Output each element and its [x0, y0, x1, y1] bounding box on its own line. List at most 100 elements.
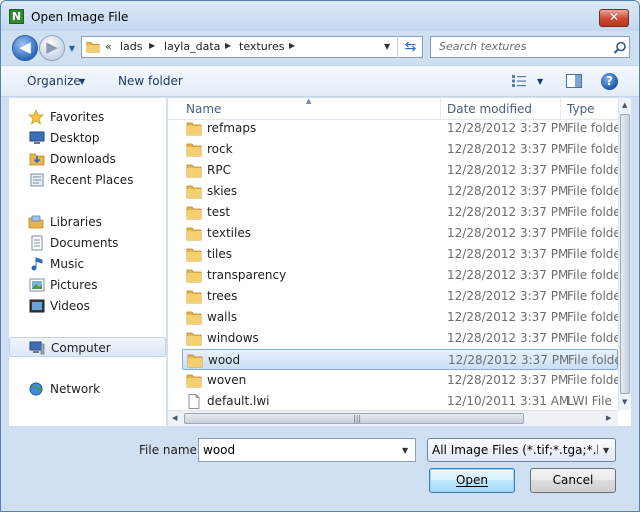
file-date-modified: 12/28/2012 3:37 PM	[447, 247, 569, 261]
file-type: File folder	[567, 373, 618, 387]
open-button[interactable]: Open	[429, 468, 515, 493]
file-type: File folder	[567, 184, 618, 198]
file-type: File folder	[567, 289, 618, 303]
file-type: File folder	[567, 268, 618, 282]
folder-row[interactable]: rock 12/28/2012 3:37 PMFile folder	[182, 139, 618, 160]
file-name: wood	[208, 353, 241, 367]
search-icon[interactable]	[613, 41, 627, 55]
folder-row[interactable]: skies 12/28/2012 3:37 PMFile folder	[182, 181, 618, 202]
pictures-icon	[29, 278, 45, 292]
chevron-down-icon[interactable]: ▼	[537, 77, 543, 86]
chevron-down-icon[interactable]: ▼	[603, 446, 609, 455]
file-icon	[188, 394, 200, 409]
file-date-modified: 12/28/2012 3:37 PM	[447, 331, 569, 345]
cancel-button[interactable]: Cancel	[530, 468, 616, 493]
column-name[interactable]: Name	[186, 102, 221, 116]
breadcrumb-textures[interactable]: textures	[239, 40, 284, 53]
folder-icon	[186, 332, 202, 346]
nav-libraries[interactable]: Libraries	[9, 212, 166, 232]
folder-icon	[186, 206, 202, 220]
scroll-down-icon[interactable]: ▼	[622, 398, 627, 406]
folder-icon	[86, 42, 100, 53]
sort-ascending-icon: ▲	[306, 97, 312, 105]
organize-button[interactable]: Organize	[27, 74, 81, 88]
scroll-left-icon[interactable]: ◀	[172, 414, 177, 422]
cancel-button-label: Cancel	[552, 473, 594, 487]
folder-icon	[186, 290, 202, 304]
column-type[interactable]: Type	[567, 102, 595, 116]
preview-pane-icon[interactable]	[566, 74, 582, 88]
folder-icon	[187, 354, 203, 368]
folder-row[interactable]: textiles 12/28/2012 3:37 PMFile folder	[182, 223, 618, 244]
chevron-right-icon[interactable]: ▶	[149, 41, 155, 50]
open-button-label: Open	[455, 473, 489, 487]
folder-row[interactable]: test 12/28/2012 3:37 PMFile folder	[182, 202, 618, 223]
folder-row[interactable]: trees 12/28/2012 3:37 PMFile folder	[182, 286, 618, 307]
search-input[interactable]: Search textures	[430, 36, 630, 58]
chevron-down-icon[interactable]: ▼	[79, 77, 85, 86]
breadcrumb-overflow[interactable]: «	[105, 40, 112, 53]
folder-icon	[186, 143, 202, 157]
network-icon	[29, 382, 43, 396]
file-date-modified: 12/28/2012 3:37 PM	[447, 184, 569, 198]
nav-recent-places[interactable]: Recent Places	[9, 170, 166, 190]
refresh-icon: ⇆	[404, 39, 417, 55]
vertical-scroll-thumb[interactable]	[620, 114, 630, 394]
nav-computer[interactable]: Computer	[9, 337, 166, 357]
column-divider[interactable]	[560, 98, 561, 120]
folder-row[interactable]: wood 12/28/2012 3:37 PMFile folder	[182, 349, 619, 370]
close-button[interactable]: ✕	[599, 9, 629, 27]
nav-downloads[interactable]: Downloads	[9, 149, 166, 169]
folder-row[interactable]: tiles 12/28/2012 3:37 PMFile folder	[182, 244, 618, 265]
nav-network[interactable]: Network	[9, 379, 166, 399]
horizontal-scrollbar[interactable]: ◀ ||| ▶	[168, 410, 618, 426]
back-button[interactable]: ◀	[12, 35, 38, 61]
address-bar[interactable]: « lads ▶ layla_data ▶ textures ▶ ▼	[81, 36, 423, 58]
folder-row[interactable]: refmaps 12/28/2012 3:37 PMFile folder	[182, 118, 618, 139]
file-date-modified: 12/10/2011 3:31 AM	[447, 394, 570, 408]
star-icon	[28, 109, 44, 125]
nav-favorites[interactable]: Favorites	[9, 107, 166, 127]
file-name-panel: File name: wood ▼ All Image Files (*.tif…	[1, 427, 639, 511]
forward-button[interactable]: ▶	[39, 35, 65, 61]
breadcrumb-lads[interactable]: lads	[120, 40, 143, 53]
folder-row[interactable]: transparency 12/28/2012 3:37 PMFile folde…	[182, 265, 618, 286]
file-name: walls	[207, 310, 238, 324]
file-date-modified: 12/28/2012 3:37 PM	[447, 205, 569, 219]
folder-row[interactable]: RPC 12/28/2012 3:37 PMFile folder	[182, 160, 618, 181]
file-name-field[interactable]: wood ▼	[198, 438, 416, 462]
folder-row[interactable]: walls 12/28/2012 3:37 PMFile folder	[182, 307, 618, 328]
nav-documents[interactable]: Documents	[9, 233, 166, 253]
nav-music[interactable]: Music	[9, 254, 166, 274]
file-type-filter-select[interactable]: All Image Files (*.tif;*.tga;*.bmp ▼	[427, 438, 616, 462]
nav-pictures[interactable]: Pictures	[9, 275, 166, 295]
chevron-right-icon[interactable]: ▶	[225, 41, 231, 50]
file-name: windows	[207, 331, 259, 345]
scroll-up-icon[interactable]: ▲	[622, 101, 627, 109]
file-type: File folder	[568, 353, 619, 367]
chevron-down-icon[interactable]: ▼	[402, 446, 408, 455]
breadcrumb-layla-data[interactable]: layla_data	[164, 40, 220, 53]
views-icon[interactable]	[511, 74, 527, 88]
chevron-down-icon[interactable]: ▼	[384, 42, 390, 51]
column-divider[interactable]	[440, 98, 441, 120]
folder-row[interactable]: windows 12/28/2012 3:37 PMFile folder	[182, 328, 618, 349]
folder-row[interactable]: woven 12/28/2012 3:37 PMFile folder	[182, 370, 618, 391]
file-row[interactable]: default.lwi 12/10/2011 3:31 AM LWI File	[182, 391, 618, 412]
file-type: File folder	[567, 121, 618, 135]
column-date-modified[interactable]: Date modified	[447, 102, 532, 116]
vertical-scrollbar[interactable]: ▲ ▼	[618, 98, 631, 410]
chevron-right-icon[interactable]: ▶	[289, 41, 295, 50]
nav-downloads-label: Downloads	[50, 152, 116, 166]
nav-videos[interactable]: Videos	[9, 296, 166, 316]
folder-icon	[186, 374, 202, 388]
file-name: woven	[207, 373, 247, 387]
refresh-button[interactable]: ⇆	[397, 36, 423, 58]
help-icon[interactable]: ?	[601, 73, 618, 90]
new-folder-button[interactable]: New folder	[118, 74, 183, 88]
recent-locations-dropdown[interactable]: ▼	[67, 44, 77, 54]
scroll-right-icon[interactable]: ▶	[606, 414, 611, 422]
column-header-row: ▲ Name Date modified Type	[168, 97, 631, 120]
horizontal-scroll-thumb[interactable]: |||	[184, 413, 524, 424]
nav-desktop[interactable]: Desktop	[9, 128, 166, 148]
